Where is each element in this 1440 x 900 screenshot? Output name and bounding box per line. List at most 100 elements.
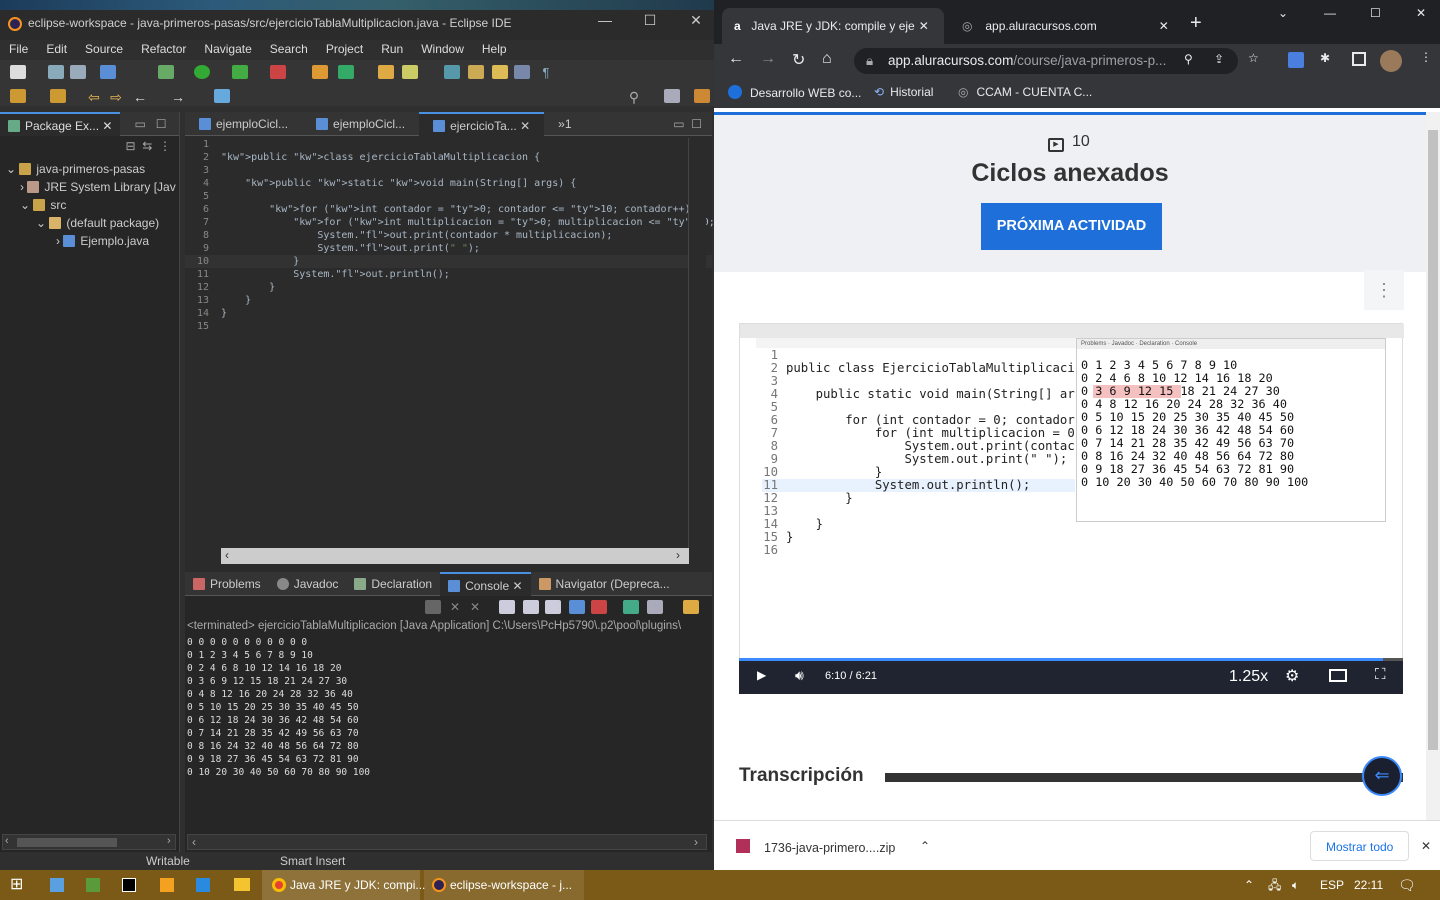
- intellij-icon[interactable]: [122, 878, 136, 892]
- tab-editor-3[interactable]: ejercicioTa... ✕: [419, 111, 545, 136]
- external-tools-icon[interactable]: [270, 65, 286, 79]
- start-icon[interactable]: ⊞: [10, 870, 23, 900]
- maximize-icon[interactable]: ☐: [1370, 6, 1381, 20]
- network-icon[interactable]: 🖧︎: [1268, 870, 1281, 900]
- extensions-icon[interactable]: ✱: [1320, 51, 1330, 65]
- show-on-error-icon[interactable]: [591, 600, 607, 614]
- minimize-icon[interactable]: —: [590, 12, 620, 28]
- console-output[interactable]: 0 0 0 0 0 0 0 0 0 0 0 0 1 2 3 4 5 6 7 8 9…: [187, 636, 370, 779]
- tree-project[interactable]: ⌄ java-primeros-pasas: [0, 160, 179, 178]
- toggle-sidebar-icon[interactable]: ⇐: [1362, 756, 1402, 796]
- scroll-left-icon[interactable]: ‹: [225, 548, 229, 562]
- close-icon[interactable]: ✕: [681, 12, 711, 29]
- download-file[interactable]: 1736-java-primero....zip: [764, 841, 895, 855]
- task-chrome[interactable]: Java JRE y JDK: compi...: [262, 870, 425, 900]
- open-task-icon[interactable]: [402, 65, 418, 79]
- menu-run[interactable]: Run: [372, 40, 412, 58]
- link-editor-icon[interactable]: ⇆: [142, 139, 152, 153]
- close-icon[interactable]: ✕: [1416, 6, 1426, 20]
- file-explorer-icon[interactable]: [234, 878, 250, 891]
- scroll-right-icon[interactable]: ›: [676, 548, 680, 562]
- settings-gear-icon[interactable]: ⚙: [1285, 666, 1299, 686]
- bookmark-star-icon[interactable]: ☆: [1248, 51, 1259, 65]
- playback-speed[interactable]: 1.25x: [1229, 668, 1268, 686]
- pin-editor-icon[interactable]: [214, 89, 230, 103]
- search-toolbar-icon[interactable]: ⚲: [626, 89, 642, 105]
- close-icon[interactable]: ✕: [102, 119, 112, 133]
- save-icon[interactable]: [48, 65, 64, 79]
- menu-refactor[interactable]: Refactor: [132, 40, 195, 58]
- new-tab-icon[interactable]: +: [1190, 12, 1202, 35]
- code-area[interactable]: 1 2 "kw">public "kw">class ejercicioTablaM…: [185, 138, 714, 333]
- console-hscrollbar[interactable]: ‹ ›: [187, 834, 707, 850]
- back-icon[interactable]: ⇦: [86, 89, 102, 105]
- chrome-menu-icon[interactable]: ⋮: [1420, 50, 1432, 64]
- menu-file[interactable]: File: [0, 40, 37, 58]
- forward-nav-icon[interactable]: →: [170, 89, 186, 105]
- next-activity-button[interactable]: PRÓXIMA ACTIVIDAD: [981, 203, 1162, 250]
- video-progress-track[interactable]: [739, 658, 1403, 661]
- scroll-right-icon[interactable]: ›: [694, 835, 698, 849]
- display-console-icon[interactable]: [647, 600, 663, 614]
- terminal-icon[interactable]: [100, 65, 116, 79]
- close-icon[interactable]: ✕: [512, 579, 522, 593]
- tree-package[interactable]: ⌄ (default package): [0, 214, 179, 232]
- tray-chevron-icon[interactable]: ⌃: [1244, 870, 1254, 900]
- menu-window[interactable]: Window: [412, 40, 473, 58]
- toggle-mark-icon[interactable]: [514, 65, 530, 79]
- menu-search[interactable]: Search: [261, 40, 317, 58]
- notifications-icon[interactable]: 🗨︎: [1398, 870, 1416, 900]
- annotation-icon[interactable]: [468, 65, 484, 79]
- tab-declaration[interactable]: Declaration: [346, 572, 440, 596]
- forward-arrow-icon[interactable]: ⇨: [108, 89, 124, 105]
- minimize-icon[interactable]: —: [1324, 6, 1336, 20]
- collapse-all-icon[interactable]: ⊟: [126, 139, 136, 153]
- minimize-view-icon[interactable]: ▭: [134, 117, 145, 131]
- debug-icon[interactable]: [158, 65, 174, 79]
- tree-hscrollbar[interactable]: ‹ ›: [2, 834, 176, 850]
- zoom-icon[interactable]: ⚲: [1184, 52, 1193, 66]
- task-eclipse[interactable]: eclipse-workspace - j...: [424, 870, 584, 900]
- volume-icon[interactable]: 🔊︎: [795, 667, 804, 684]
- open-console-icon[interactable]: [683, 600, 699, 614]
- clear-console-icon[interactable]: [499, 600, 515, 614]
- view-menu-icon[interactable]: ⋮: [159, 139, 171, 153]
- reload-icon[interactable]: ↻: [792, 50, 805, 70]
- maximize-view-icon[interactable]: ☐: [156, 117, 167, 131]
- tab-problems[interactable]: Problems: [185, 572, 269, 596]
- tab-navigator[interactable]: Navigator (Depreca...: [531, 572, 678, 596]
- terminate-icon[interactable]: [425, 600, 441, 614]
- menu-help[interactable]: Help: [473, 40, 516, 58]
- scroll-thumb[interactable]: [17, 838, 117, 847]
- tab-console[interactable]: Console ✕: [440, 571, 531, 596]
- next-annotation-icon[interactable]: [492, 65, 508, 79]
- forward-icon[interactable]: →: [760, 50, 776, 68]
- editor-vscrollbar[interactable]: [688, 138, 706, 548]
- vscode-icon[interactable]: [196, 878, 210, 892]
- clock[interactable]: 22:11: [1354, 870, 1383, 900]
- notepad-icon[interactable]: [50, 878, 64, 892]
- open-perspective-icon[interactable]: [664, 89, 680, 103]
- scroll-lock-icon[interactable]: [523, 600, 539, 614]
- more-options-icon[interactable]: ⋮: [1364, 270, 1404, 310]
- tab-search-icon[interactable]: ⌄: [1278, 6, 1288, 20]
- translate-icon[interactable]: [1288, 52, 1304, 68]
- tab-javadoc[interactable]: Javadoc: [269, 572, 347, 596]
- scroll-left-icon[interactable]: ‹: [192, 835, 196, 849]
- scroll-right-icon[interactable]: ›: [167, 835, 171, 847]
- save-all-icon[interactable]: [70, 65, 86, 79]
- tree-jre[interactable]: › JRE System Library [Jav: [0, 178, 179, 196]
- new-icon[interactable]: [10, 65, 26, 79]
- page-scrollbar[interactable]: [1426, 112, 1440, 820]
- home-icon[interactable]: ⌂: [822, 50, 832, 68]
- pip-icon[interactable]: [1329, 669, 1347, 682]
- pin-console-icon[interactable]: [623, 600, 639, 614]
- close-icon[interactable]: ✕: [1421, 839, 1431, 853]
- maximize-icon[interactable]: ☐: [635, 12, 665, 29]
- show-on-output-icon[interactable]: [569, 600, 585, 614]
- tab-package-explorer[interactable]: Package Ex... ✕: [0, 111, 121, 136]
- media-icon[interactable]: [160, 878, 174, 892]
- bookmark-1[interactable]: Desarrollo WEB co...: [728, 85, 861, 100]
- menu-navigate[interactable]: Navigate: [195, 40, 260, 58]
- address-bar[interactable]: 🔒︎ app.aluracursos.com/course/java-prime…: [854, 48, 1238, 74]
